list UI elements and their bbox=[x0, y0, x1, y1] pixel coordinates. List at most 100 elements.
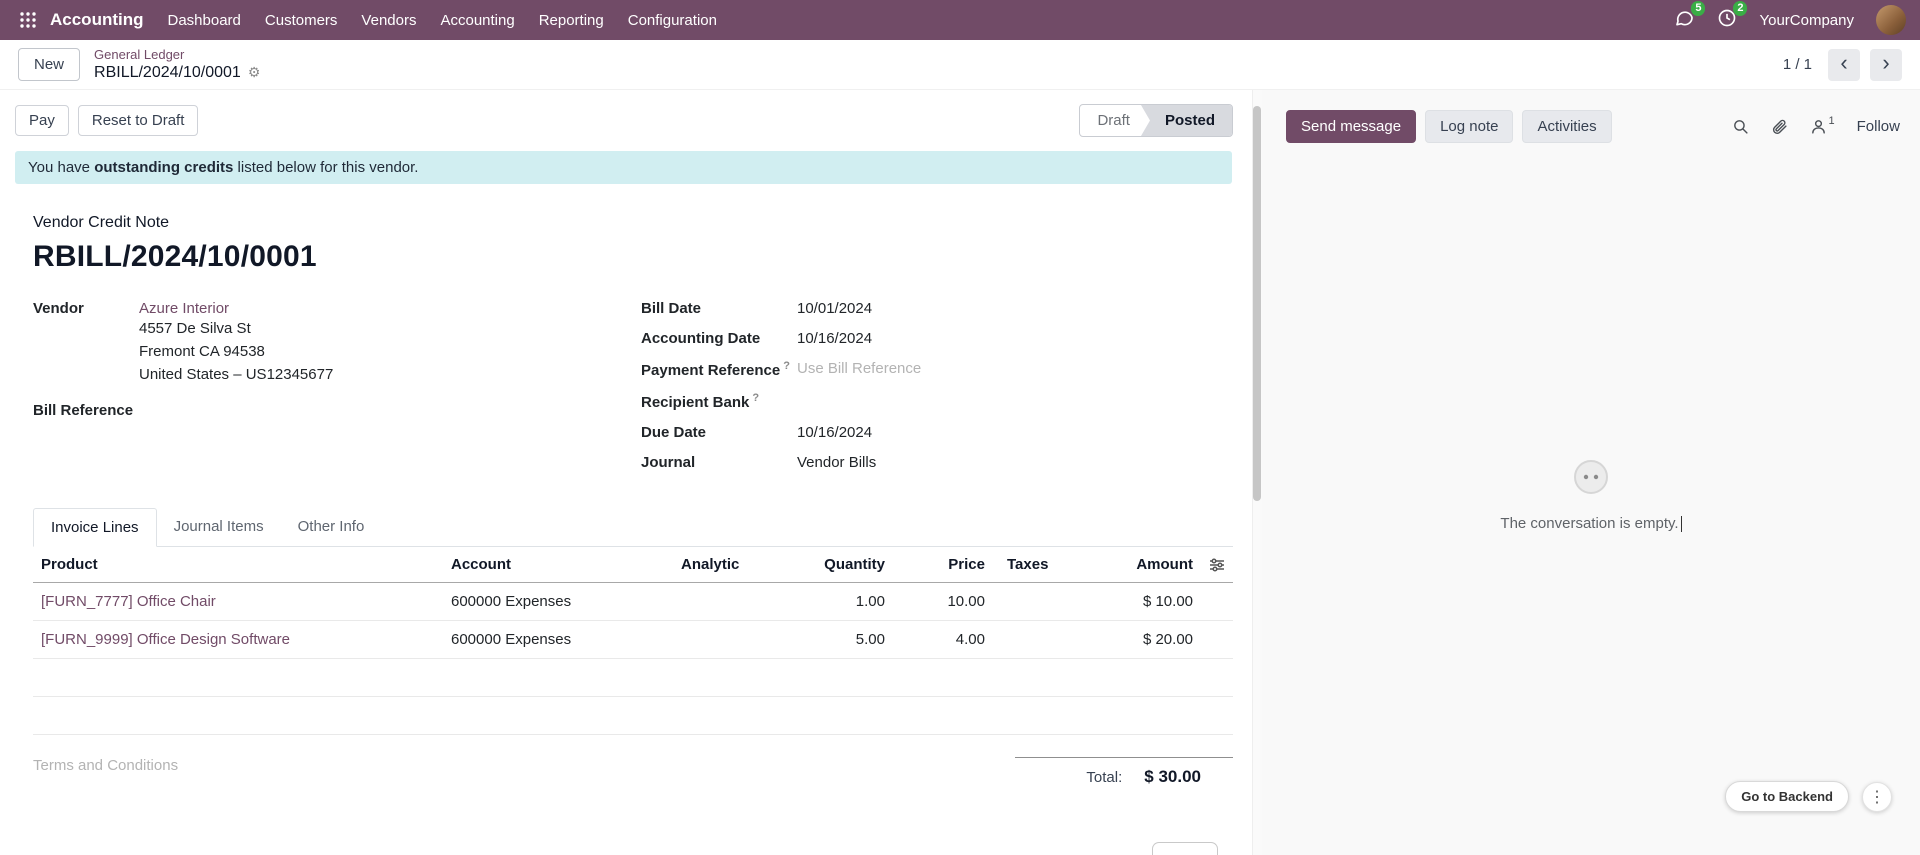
table-row[interactable]: [FURN_7777] Office Chair 600000 Expenses… bbox=[33, 583, 1233, 621]
pay-button[interactable]: Pay bbox=[15, 105, 69, 136]
menu-vendors[interactable]: Vendors bbox=[349, 0, 428, 40]
col-header-price: Price bbox=[893, 547, 993, 582]
apps-menu-icon[interactable] bbox=[14, 6, 42, 34]
journal-label: Journal bbox=[641, 454, 797, 471]
followers-count: 1 bbox=[1829, 115, 1835, 127]
menu-accounting[interactable]: Accounting bbox=[428, 0, 526, 40]
status-step-draft[interactable]: Draft bbox=[1080, 105, 1147, 136]
messages-button[interactable]: 5 bbox=[1674, 8, 1695, 33]
col-header-amount: Amount bbox=[1123, 547, 1201, 582]
send-message-button[interactable]: Send message bbox=[1286, 110, 1416, 143]
main-content: Pay Reset to Draft Draft Posted You have… bbox=[0, 90, 1920, 855]
log-note-button[interactable]: Log note bbox=[1425, 110, 1513, 143]
pager: 1 / 1 ‹ › bbox=[1783, 49, 1902, 81]
accounting-date-field[interactable]: 10/16/2024 bbox=[797, 330, 872, 347]
column-settings-icon[interactable] bbox=[1201, 548, 1233, 582]
status-step-posted[interactable]: Posted bbox=[1141, 105, 1232, 136]
price-cell: 4.00 bbox=[893, 631, 993, 648]
table-empty-row bbox=[33, 697, 1233, 735]
help-icon: ? bbox=[783, 360, 790, 372]
backend-overlay: Go to Backend ⋮ bbox=[1725, 781, 1892, 812]
account-cell: 600000 Expenses bbox=[443, 593, 673, 610]
terms-placeholder[interactable]: Terms and Conditions bbox=[33, 757, 178, 774]
account-cell: 600000 Expenses bbox=[443, 631, 673, 648]
breadcrumb-parent-link[interactable]: General Ledger bbox=[94, 47, 260, 63]
search-icon[interactable] bbox=[1732, 118, 1749, 135]
product-link[interactable]: [FURN_9999] Office Design Software bbox=[41, 631, 290, 648]
pager-prev-button[interactable]: ‹ bbox=[1828, 49, 1860, 81]
table-row[interactable]: [FURN_9999] Office Design Software 60000… bbox=[33, 621, 1233, 659]
vendor-link[interactable]: Azure Interior bbox=[139, 300, 229, 317]
tab-invoice-lines[interactable]: Invoice Lines bbox=[33, 508, 157, 547]
menu-reporting[interactable]: Reporting bbox=[527, 0, 616, 40]
outstanding-credits-alert: You have outstanding credits listed belo… bbox=[15, 151, 1232, 184]
kebab-menu-icon[interactable]: ⋮ bbox=[1862, 782, 1892, 812]
quantity-cell: 5.00 bbox=[803, 631, 893, 648]
document-type-label: Vendor Credit Note bbox=[33, 214, 1233, 232]
user-avatar[interactable] bbox=[1876, 5, 1906, 35]
tab-journal-items[interactable]: Journal Items bbox=[157, 508, 281, 546]
pager-count: 1 / 1 bbox=[1783, 56, 1812, 73]
form-scrollbar-track bbox=[1252, 90, 1262, 855]
col-header-taxes: Taxes bbox=[993, 547, 1123, 582]
company-name[interactable]: YourCompany bbox=[1759, 12, 1854, 29]
topbar-right: 5 2 YourCompany bbox=[1674, 5, 1906, 35]
vendor-address-line: United States – US12345677 bbox=[139, 363, 333, 386]
top-menu: Dashboard Customers Vendors Accounting R… bbox=[156, 0, 729, 40]
pager-next-button[interactable]: › bbox=[1870, 49, 1902, 81]
col-header-account: Account bbox=[443, 547, 673, 582]
menu-customers[interactable]: Customers bbox=[253, 0, 350, 40]
new-button[interactable]: New bbox=[18, 48, 80, 81]
paperclip-icon[interactable] bbox=[1771, 118, 1788, 135]
cutoff-element bbox=[1152, 842, 1218, 855]
followers-icon[interactable]: 1 bbox=[1810, 118, 1835, 135]
accounting-date-label: Accounting Date bbox=[641, 330, 797, 347]
total-label: Total: bbox=[1086, 769, 1122, 786]
amount-cell: $ 20.00 bbox=[1123, 631, 1201, 648]
statusbar: Draft Posted bbox=[1079, 104, 1233, 137]
totals-block: Total: $ 30.00 bbox=[1015, 757, 1233, 787]
follow-button[interactable]: Follow bbox=[1857, 118, 1900, 135]
tab-other-info[interactable]: Other Info bbox=[281, 508, 382, 546]
due-date-field[interactable]: 10/16/2024 bbox=[797, 424, 872, 441]
form-scrollbar-thumb[interactable] bbox=[1253, 106, 1261, 501]
empty-conversation-icon bbox=[1572, 483, 1610, 500]
form-sheet: Vendor Credit Note RBILL/2024/10/0001 Ve… bbox=[0, 184, 1262, 787]
price-cell: 10.00 bbox=[893, 593, 993, 610]
col-header-product: Product bbox=[33, 547, 443, 582]
app-name[interactable]: Accounting bbox=[50, 10, 144, 30]
fields-left-column: Vendor Azure Interior 4557 De Silva St F… bbox=[33, 300, 641, 484]
bill-date-label: Bill Date bbox=[641, 300, 797, 317]
control-bar: New General Ledger RBILL/2024/10/0001 ⚙ … bbox=[0, 40, 1920, 90]
go-to-backend-button[interactable]: Go to Backend bbox=[1725, 781, 1849, 812]
activities-badge: 2 bbox=[1733, 1, 1747, 16]
reset-to-draft-button[interactable]: Reset to Draft bbox=[78, 105, 199, 136]
menu-configuration[interactable]: Configuration bbox=[616, 0, 729, 40]
due-date-label: Due Date bbox=[641, 424, 797, 441]
recipient-bank-label: Recipient Bank? bbox=[641, 392, 797, 411]
menu-dashboard[interactable]: Dashboard bbox=[156, 0, 253, 40]
product-link[interactable]: [FURN_7777] Office Chair bbox=[41, 593, 216, 610]
gear-icon[interactable]: ⚙ bbox=[248, 64, 261, 81]
vendor-address-line: Fremont CA 94538 bbox=[139, 340, 333, 363]
messages-badge: 5 bbox=[1691, 1, 1705, 16]
chatter-empty-state: The conversation is empty. bbox=[1262, 458, 1920, 532]
journal-field[interactable]: Vendor Bills bbox=[797, 454, 876, 471]
vendor-address-line: 4557 De Silva St bbox=[139, 317, 333, 340]
vendor-label: Vendor bbox=[33, 300, 139, 386]
bill-date-field[interactable]: 10/01/2024 bbox=[797, 300, 872, 317]
table-header-row: Product Account Analytic Quantity Price … bbox=[33, 547, 1233, 583]
alert-bold-text: outstanding credits bbox=[94, 159, 233, 176]
invoice-lines-table: Product Account Analytic Quantity Price … bbox=[33, 547, 1233, 735]
empty-conversation-text: The conversation is empty. bbox=[1500, 515, 1678, 532]
notebook-tabs: Invoice Lines Journal Items Other Info bbox=[33, 508, 1233, 547]
payment-reference-field[interactable]: Use Bill Reference bbox=[797, 360, 921, 379]
activities-button-chatter[interactable]: Activities bbox=[1522, 110, 1611, 143]
help-icon: ? bbox=[752, 392, 759, 404]
fields-right-column: Bill Date 10/01/2024 Accounting Date 10/… bbox=[641, 300, 1233, 484]
table-empty-row bbox=[33, 659, 1233, 697]
chatter-panel: Send message Log note Activities bbox=[1262, 90, 1920, 855]
breadcrumb-current: RBILL/2024/10/0001 bbox=[94, 63, 241, 82]
activities-button[interactable]: 2 bbox=[1717, 8, 1737, 33]
alert-text: listed below for this vendor. bbox=[233, 159, 418, 176]
